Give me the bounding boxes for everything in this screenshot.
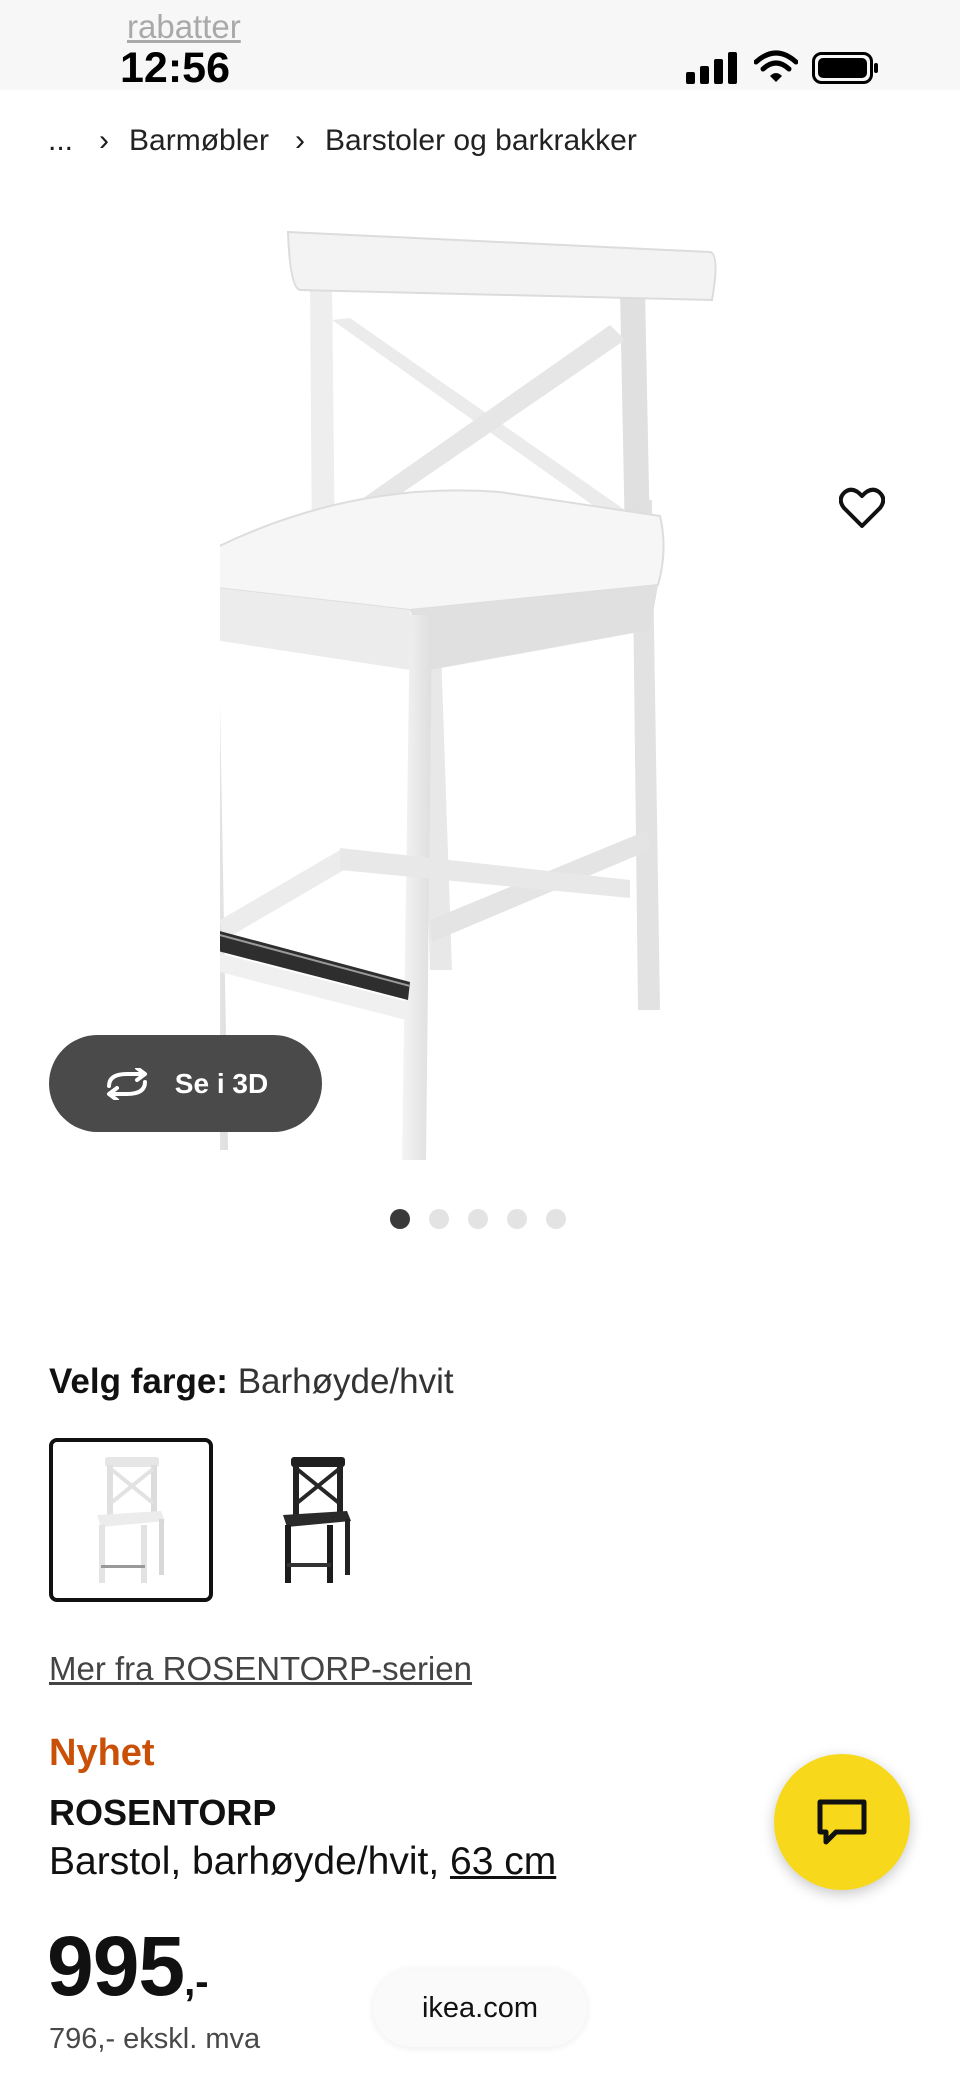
pagination-dot[interactable]: [468, 1209, 488, 1229]
color-swatches: [49, 1438, 399, 1602]
product-description-text: Barstol, barhøyde/hvit,: [49, 1840, 440, 1883]
breadcrumb-ellipsis[interactable]: ...: [48, 124, 73, 158]
battery-icon: [812, 52, 878, 84]
cellular-signal-icon: [686, 52, 737, 84]
chat-bubble-icon: [817, 1799, 867, 1845]
breadcrumb-item-barmobler[interactable]: Barmøbler: [129, 124, 269, 158]
product-dimension-link[interactable]: 63 cm: [450, 1840, 556, 1883]
product-price: 995,-: [47, 1918, 209, 2015]
chevron-right-icon: ›: [295, 124, 306, 157]
price-excl-vat: 796,- ekskl. mva: [49, 2023, 261, 2055]
price-suffix: ,-: [184, 1960, 209, 2004]
browser-url-bar[interactable]: ikea.com: [373, 1969, 587, 2047]
color-option-black[interactable]: [235, 1438, 399, 1602]
pagination-dot[interactable]: [390, 1209, 410, 1229]
favorite-button[interactable]: [826, 472, 898, 544]
view-in-3d-label: Se i 3D: [174, 1067, 269, 1099]
product-image[interactable]: [220, 230, 720, 1160]
rotate-3d-icon: [106, 1067, 147, 1100]
heart-icon: [839, 487, 885, 528]
color-label-value: Barhøyde/hvit: [237, 1362, 454, 1401]
image-pagination: [390, 1209, 566, 1229]
view-in-3d-button[interactable]: Se i 3D: [49, 1035, 322, 1132]
color-option-white[interactable]: [49, 1438, 213, 1602]
color-picker-label: Velg farge: Barhøyde/hvit: [49, 1362, 454, 1402]
new-badge: Nyhet: [49, 1732, 155, 1774]
pagination-dot[interactable]: [546, 1209, 566, 1229]
product-description: Barstol, barhøyde/hvit, 63 cm: [49, 1840, 556, 1884]
series-link[interactable]: Mer fra ROSENTORP-serien: [49, 1650, 472, 1688]
breadcrumb: ... › Barmøbler › Barstoler og barkrakke…: [48, 119, 637, 163]
pagination-dot[interactable]: [507, 1209, 527, 1229]
color-label-title: Velg farge:: [49, 1362, 228, 1401]
chevron-right-icon: ›: [99, 124, 110, 157]
status-bar: rabatter 12:56: [0, 0, 960, 92]
clock: 12:56: [120, 44, 230, 92]
overlay-link[interactable]: rabatter: [127, 8, 241, 46]
chat-button[interactable]: [774, 1754, 910, 1890]
pagination-dot[interactable]: [429, 1209, 449, 1229]
product-name: ROSENTORP: [49, 1792, 277, 1833]
price-value: 995: [47, 1919, 185, 2013]
white-chair-thumbnail: [97, 1457, 165, 1583]
breadcrumb-item-barstoler[interactable]: Barstoler og barkrakker: [325, 124, 637, 158]
wifi-icon: [754, 50, 798, 82]
black-chair-thumbnail: [283, 1457, 351, 1583]
product-gallery[interactable]: Se i 3D: [0, 190, 960, 1229]
